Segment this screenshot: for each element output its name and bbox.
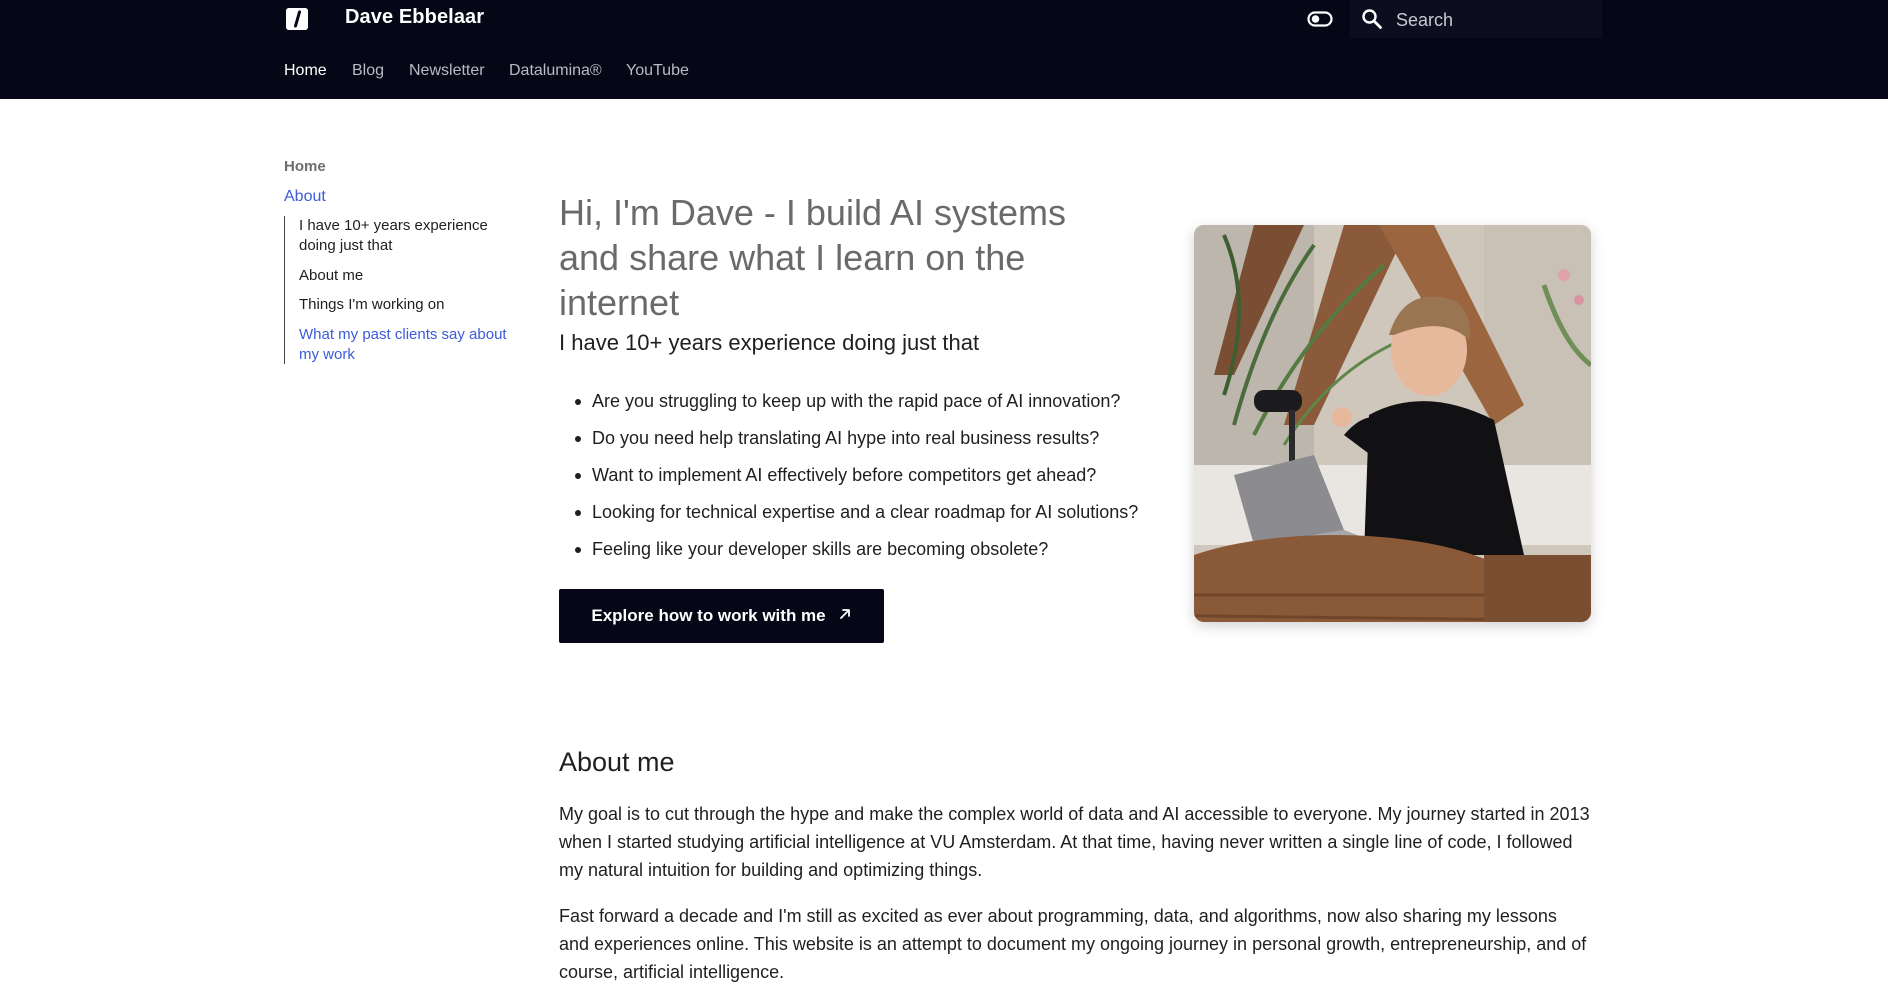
list-item: Feeling like your developer skills are b… — [559, 537, 1159, 574]
search-icon — [1360, 7, 1384, 36]
cta-label: Explore how to work with me — [591, 606, 826, 625]
about-paragraph-2: Fast forward a decade and I'm still as e… — [559, 906, 1587, 982]
list-item: Looking for technical expertise and a cl… — [559, 500, 1159, 537]
list-item-text: Are you struggling to keep up with the r… — [592, 391, 1121, 411]
pain-points-list: Are you struggling to keep up with the r… — [559, 389, 1159, 574]
list-item: Are you struggling to keep up with the r… — [559, 389, 1159, 426]
list-item-text: Do you need help translating AI hype int… — [592, 428, 1100, 448]
bullet-dot — [575, 436, 581, 442]
sidebar-item-home[interactable]: Home — [284, 158, 326, 175]
arrow-up-right-icon — [838, 606, 852, 626]
sidebar-item-about[interactable]: About — [284, 188, 326, 206]
search-input[interactable] — [1394, 6, 1588, 34]
table-of-contents: I have 10+ years experience doing just t… — [284, 216, 525, 364]
toggle-switch-icon[interactable] — [1307, 10, 1333, 28]
bullet-dot — [575, 547, 581, 553]
list-item-text: Want to implement AI effectively before … — [592, 465, 1097, 485]
list-item-text: Looking for technical expertise and a cl… — [592, 502, 1139, 522]
about-paragraph-1: My goal is to cut through the hype and m… — [559, 804, 1590, 880]
experience-heading: I have 10+ years experience doing just t… — [559, 330, 980, 355]
slash-logo-icon[interactable] — [286, 8, 308, 30]
toc-item-working-on[interactable]: Things I'm working on — [299, 295, 521, 315]
toc-item-client-testimonials[interactable]: What my past clients say about my work — [299, 325, 521, 365]
site-title[interactable]: Dave Ebbelaar — [345, 6, 484, 29]
about-me-heading: About me — [559, 747, 675, 777]
list-item: Do you need help translating AI hype int… — [559, 426, 1159, 463]
tab-datalumina[interactable]: Datalumina® — [509, 62, 602, 80]
list-item-text: Feeling like your developer skills are b… — [592, 539, 1049, 559]
list-item: Want to implement AI effectively before … — [559, 463, 1159, 500]
bullet-dot — [575, 473, 581, 479]
tab-blog[interactable]: Blog — [352, 62, 384, 80]
tab-newsletter[interactable]: Newsletter — [409, 62, 485, 80]
toc-item-about-me[interactable]: About me — [299, 266, 521, 286]
tab-home[interactable]: Home — [284, 62, 327, 80]
page-title: Hi, I'm Dave - I build AI systems and sh… — [559, 192, 1067, 323]
bullet-dot — [575, 399, 581, 405]
top-navigation-bar: Dave Ebbelaar Home Blog Newsletter Datal… — [0, 0, 1888, 99]
toc-item-experience[interactable]: I have 10+ years experience doing just t… — [299, 216, 521, 256]
explore-work-with-me-button[interactable]: Explore how to work with me — [559, 589, 884, 643]
profile-photo — [1194, 225, 1591, 622]
bullet-dot — [575, 510, 581, 516]
search-box[interactable] — [1350, 0, 1602, 38]
tab-youtube[interactable]: YouTube — [626, 62, 689, 80]
